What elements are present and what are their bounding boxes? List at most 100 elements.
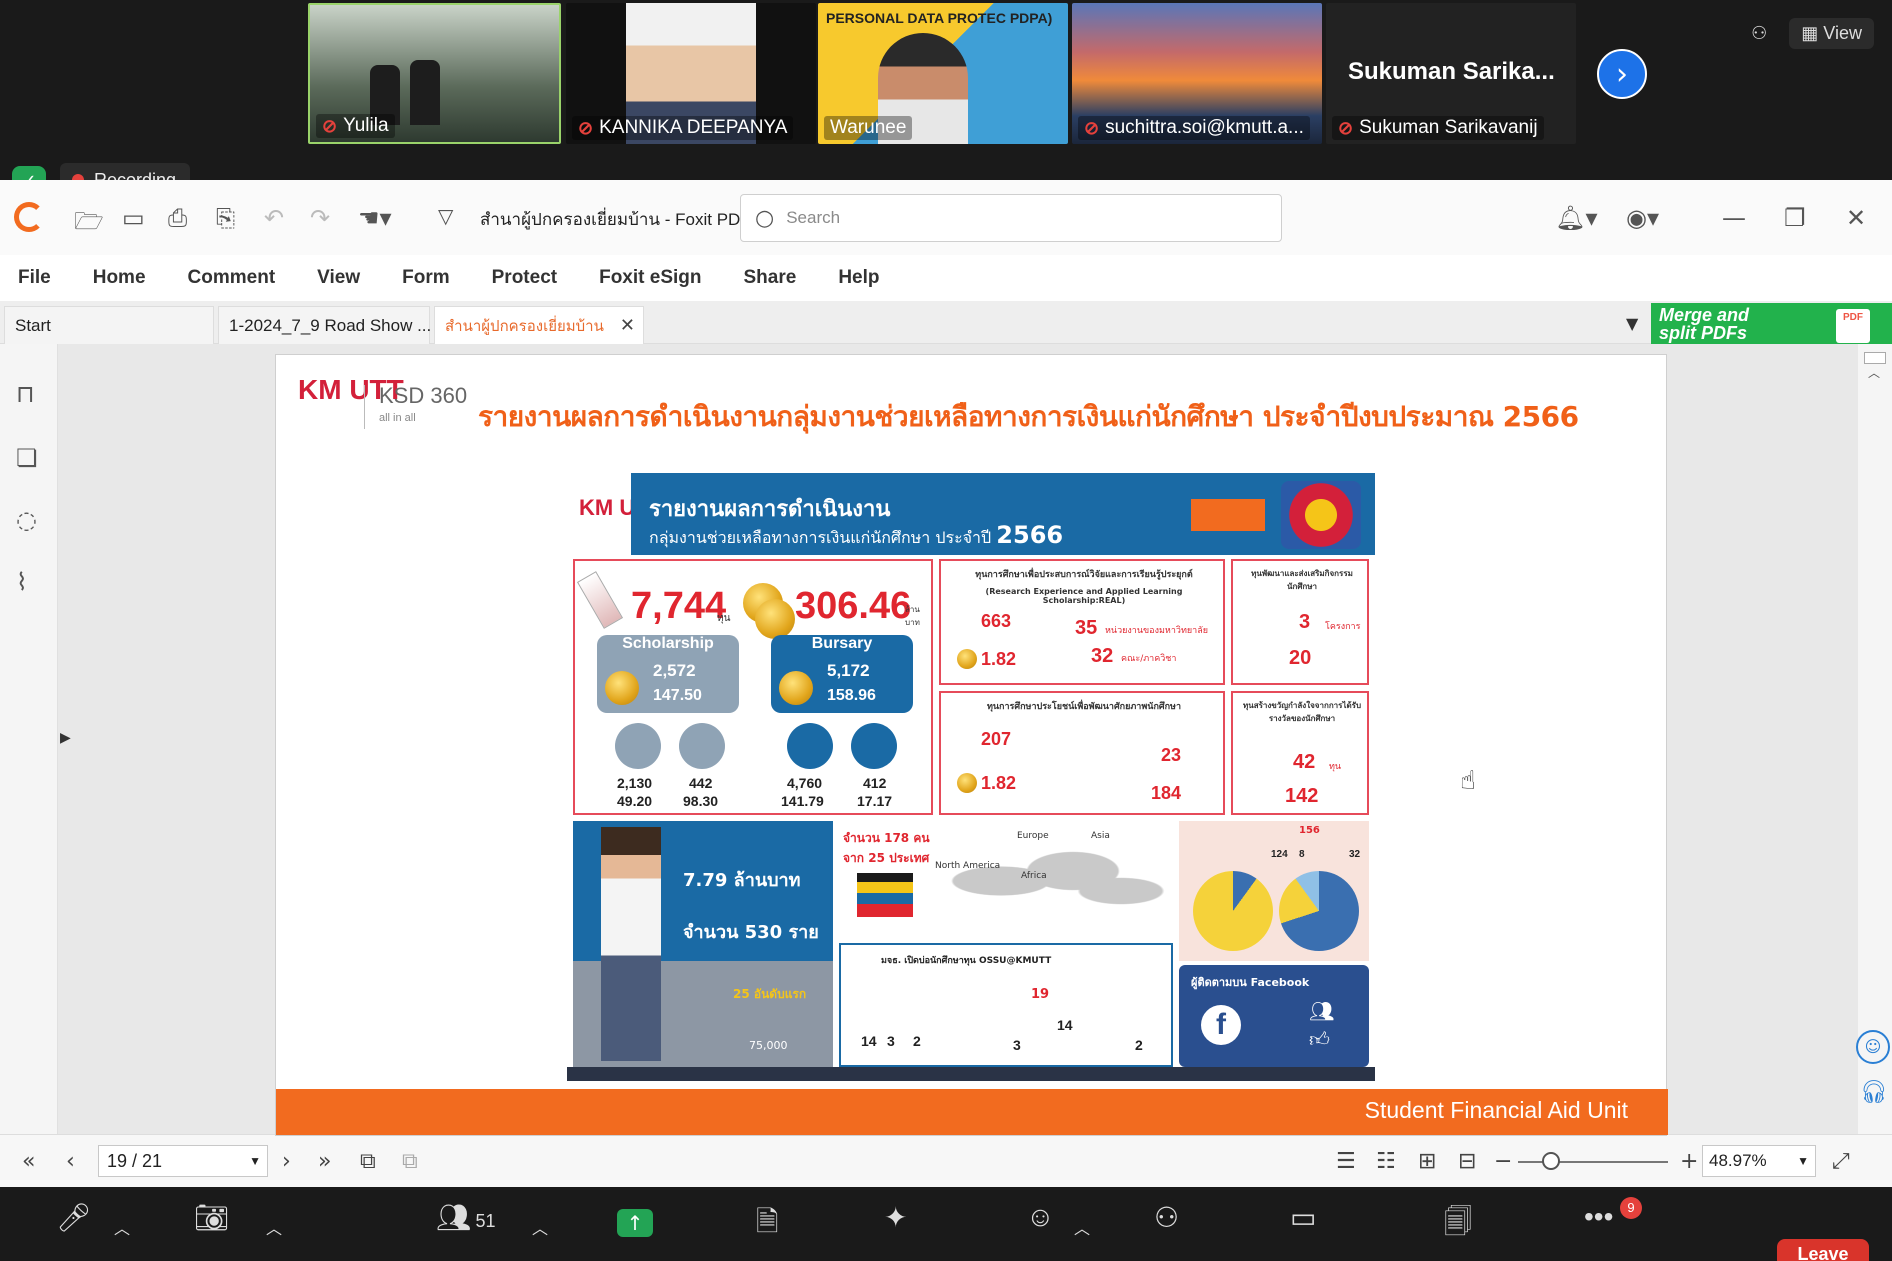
menu-help[interactable]: Help <box>838 267 879 289</box>
vertical-scrollbar[interactable]: ︿ ☺ 🎧︎ <box>1856 344 1892 1134</box>
participants-button[interactable]: 👥︎ 51 <box>436 1201 496 1234</box>
share-screen-icon[interactable]: ↑ <box>617 1209 653 1237</box>
zoom-slider[interactable] <box>1518 1161 1668 1163</box>
close-icon[interactable]: ✕ <box>1846 204 1866 232</box>
chat-assistant-icon[interactable]: ☺ <box>1856 1030 1890 1064</box>
single-page-icon[interactable]: ☰ <box>1336 1149 1356 1174</box>
menu-share[interactable]: Share <box>744 267 797 289</box>
continuous-page-icon[interactable]: ☷ <box>1376 1149 1396 1174</box>
first-page-icon[interactable]: « <box>22 1149 35 1174</box>
attachment-icon[interactable]: ⌇ <box>16 568 44 598</box>
leave-button[interactable]: Leave <box>1777 1239 1869 1261</box>
scroll-up-icon[interactable]: ︿ <box>1868 364 1880 381</box>
next-page-icon[interactable]: › <box>282 1149 291 1174</box>
redo-icon[interactable]: ↷ <box>310 204 330 232</box>
menu-home[interactable]: Home <box>93 267 146 289</box>
undo-icon[interactable]: ↶ <box>264 204 284 232</box>
summary-icon[interactable]: 🗐 <box>1444 1201 1472 1249</box>
quick-toolbar: 🗁 ▭ ⎙ ⎘ ↶ ↷ ☚▾ ▽ สำนาผู้ปกครองเยี่ยมบ้าน… <box>0 180 1892 255</box>
two-page-icon[interactable]: ⊞ <box>1418 1149 1436 1174</box>
participant-name: ⊘ KANNIKA DEEPANYA <box>572 116 794 140</box>
zoom-dropdown-icon[interactable]: ▼ <box>1797 1146 1809 1176</box>
menu-form[interactable]: Form <box>402 267 450 289</box>
headset-icon[interactable]: 🎧︎ <box>1860 1080 1888 1105</box>
two-page-continuous-icon[interactable]: ⊟ <box>1458 1149 1476 1174</box>
comment-icon[interactable]: ◌ <box>16 506 44 536</box>
menu-file[interactable]: File <box>18 267 51 289</box>
participant-display-name: Sukuman Sarika... <box>1348 58 1555 85</box>
open-folder-icon[interactable]: 🗁 <box>74 204 104 245</box>
male-student-icon <box>787 723 833 769</box>
notes-icon[interactable]: 🗎 <box>756 1201 779 1249</box>
search-input[interactable] <box>786 208 1267 228</box>
person-icon[interactable]: ⚇ <box>1751 23 1767 44</box>
video-gallery: ⊘ Yulila ⊘ KANNIKA DEEPANYA PERSONAL DATA … <box>0 0 1892 180</box>
female-student-icon <box>679 723 725 769</box>
minimize-icon[interactable]: — <box>1722 204 1746 232</box>
previous-page-icon[interactable]: ‹ <box>66 1149 75 1174</box>
customize-toolbar-icon[interactable]: ▽ <box>438 204 453 228</box>
bookmark-icon[interactable]: ⊓ <box>16 380 44 410</box>
reactions-chevron-icon[interactable]: ︿ <box>1074 1215 1090 1239</box>
participant-tile-warunee[interactable]: PERSONAL DATA PROTEC PDPA) Warunee <box>818 3 1068 144</box>
coins-icon <box>957 773 977 793</box>
page-number-field[interactable]: 19 / 21 ▼ <box>98 1145 268 1177</box>
zoom-level-field[interactable]: 48.97% ▼ <box>1702 1145 1816 1177</box>
participant-tile-sukuman[interactable]: Sukuman Sarika... ⊘ Sukuman Sarikavanij <box>1326 3 1576 144</box>
tab-road-show[interactable]: 1-2024_7_9 Road Show ... <box>218 306 431 344</box>
more-icon[interactable]: ••• <box>1584 1201 1613 1233</box>
reactions-icon[interactable]: ☺ <box>1026 1201 1055 1233</box>
video-off-icon[interactable]: 📷︎ <box>194 1201 230 1234</box>
search-box[interactable]: ○ <box>740 194 1282 242</box>
participants-chevron-icon[interactable]: ︿ <box>532 1215 548 1239</box>
foxit-logo-icon[interactable] <box>14 202 44 232</box>
expand-panel-arrow-icon[interactable]: ▶ <box>60 730 71 746</box>
audio-options-chevron-icon[interactable]: ︿ <box>114 1215 130 1239</box>
copy-view-icon[interactable]: ⧉ <box>402 1149 418 1174</box>
totals-panel: 7,744 ทุน 306.46 ล้านบาท Scholarship 2,5… <box>573 559 933 815</box>
restore-icon[interactable]: ❐ <box>1784 204 1806 232</box>
banner-subtitle: กลุ่มงานช่วยเหลือทางการเงินแก่นักศึกษา ป… <box>649 521 1064 549</box>
last-page-icon[interactable]: » <box>318 1149 331 1174</box>
hand-tool-icon[interactable]: ☚▾ <box>358 204 392 232</box>
female-student-icon <box>851 723 897 769</box>
page-dropdown-icon[interactable]: ▼ <box>249 1146 261 1176</box>
apps-icon[interactable]: ⚇ <box>1154 1201 1179 1234</box>
bell-icon[interactable]: 🔔︎▾ <box>1555 204 1598 232</box>
ai-companion-icon[interactable]: ✦ <box>884 1201 907 1234</box>
participant-tile-yulila[interactable]: ⊘ Yulila <box>308 3 561 144</box>
view-button[interactable]: ▦ View <box>1789 18 1874 49</box>
infographic: KM UTT รายงานผลการดำเนินงาน กลุ่มงานช่วย… <box>567 473 1375 1081</box>
menu-comment[interactable]: Comment <box>188 267 276 289</box>
print-icon[interactable]: ⎙ <box>168 204 187 232</box>
tab-start[interactable]: Start <box>4 306 214 344</box>
close-tab-icon[interactable]: ✕ <box>620 315 635 336</box>
tabs-dropdown-icon[interactable]: ▼ <box>1626 314 1638 333</box>
participant-tile-suchittra[interactable]: ⊘ suchittra.soi@kmutt.a... <box>1072 3 1322 144</box>
create-pdf-icon[interactable]: ⎘ <box>216 204 235 232</box>
merge-split-promo[interactable]: Merge and split PDFs PDF <box>1651 303 1892 347</box>
save-icon[interactable]: ▭ <box>122 204 145 232</box>
zoom-in-icon[interactable]: + <box>1680 1149 1698 1174</box>
zoom-slider-handle[interactable] <box>1542 1152 1560 1170</box>
scroll-thumb[interactable] <box>1864 352 1886 364</box>
menu-foxit-esign[interactable]: Foxit eSign <box>599 267 701 289</box>
talent-scholarship-panel: ทุนการศึกษาประโยชน์เพื่อพัฒนาศักยภาพนักศ… <box>939 691 1225 815</box>
banner-artwork <box>1281 481 1361 549</box>
fullscreen-icon[interactable]: ⤢ <box>1832 1149 1850 1174</box>
menu-protect[interactable]: Protect <box>492 267 557 289</box>
account-icon[interactable]: ◉▾ <box>1626 204 1659 232</box>
video-options-chevron-icon[interactable]: ︿ <box>266 1215 282 1239</box>
microphone-muted-icon[interactable]: 🎤︎ <box>56 1201 92 1234</box>
participant-tile-kannika[interactable]: ⊘ KANNIKA DEEPANYA <box>566 3 816 144</box>
document-tabs: Start 1-2024_7_9 Road Show ... สำนาผู้ปก… <box>0 301 1892 347</box>
whiteboard-icon[interactable]: ▭ <box>1290 1201 1316 1234</box>
menu-view[interactable]: View <box>317 267 360 289</box>
zoom-out-icon[interactable]: − <box>1494 1149 1512 1174</box>
pdf-file-icon: PDF <box>1836 309 1870 343</box>
participants-icon: 👥︎ <box>436 1202 472 1233</box>
rotate-view-icon[interactable]: ⧉ <box>360 1149 376 1174</box>
next-page-arrow-icon[interactable]: › <box>1597 49 1647 99</box>
tab-active-document[interactable]: สำนาผู้ปกครองเยี่ยมบ้าน ✕ <box>434 306 644 344</box>
pages-icon[interactable]: ❏ <box>16 444 44 474</box>
